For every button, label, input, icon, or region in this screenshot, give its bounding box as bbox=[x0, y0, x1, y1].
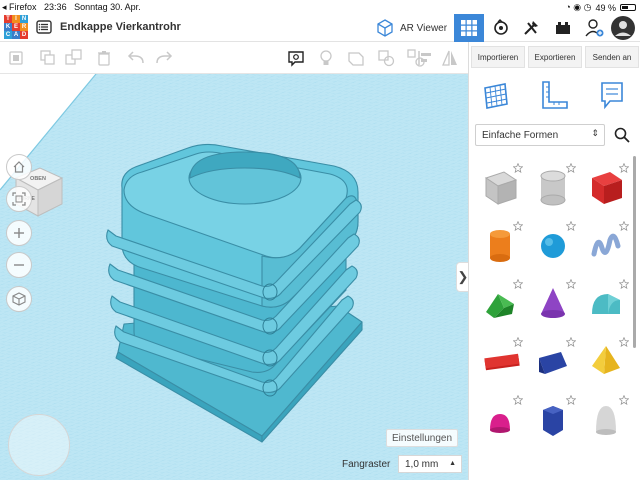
grid-snap-value: 1,0 mm bbox=[405, 458, 439, 470]
logo-letter: N bbox=[20, 15, 28, 23]
chevron-down-icon: ▲ bbox=[449, 460, 456, 467]
user-add-icon[interactable] bbox=[580, 14, 610, 42]
logo-letter: D bbox=[20, 31, 28, 39]
logo-letter: K bbox=[4, 23, 12, 31]
edit-toolbar bbox=[0, 42, 468, 74]
tinkercad-app: ◂ Firefox 23:36 Sonntag 30. Apr. ◔ ◉ ◷ 4… bbox=[0, 0, 640, 480]
ortho-view-icon[interactable] bbox=[6, 286, 32, 312]
ar-cube-icon bbox=[377, 19, 393, 37]
back-to-app-link[interactable]: ◂ Firefox bbox=[2, 2, 37, 12]
ruler-tool-icon[interactable] bbox=[539, 80, 569, 110]
align-icon[interactable] bbox=[416, 48, 436, 68]
box-hole-icon[interactable] bbox=[475, 160, 525, 216]
favorite-star-icon[interactable] bbox=[512, 334, 524, 352]
3d-view-icon[interactable] bbox=[454, 14, 484, 42]
orbit-joystick[interactable] bbox=[8, 414, 70, 476]
chevron-updown-icon: ⇕ bbox=[591, 128, 599, 138]
settings-button[interactable]: Einstellungen bbox=[386, 429, 459, 447]
logo-letter: R bbox=[20, 23, 28, 31]
redo-icon[interactable] bbox=[154, 48, 174, 68]
ios-status-bar: ◂ Firefox 23:36 Sonntag 30. Apr. ◔ ◉ ◷ 4… bbox=[0, 0, 640, 14]
workplane-viewport[interactable]: OBEN VORNE bbox=[0, 74, 468, 480]
group-icon[interactable] bbox=[376, 48, 396, 68]
pyramid-icon[interactable] bbox=[581, 334, 631, 390]
ar-viewer-button[interactable]: AR Viewer bbox=[374, 16, 447, 40]
battery-percent: 49 % bbox=[595, 2, 616, 13]
favorite-star-icon[interactable] bbox=[565, 276, 577, 294]
favorite-star-icon[interactable] bbox=[618, 276, 630, 294]
import-button[interactable]: Importieren bbox=[471, 46, 525, 68]
shape-list-scrollbar[interactable] bbox=[633, 156, 636, 348]
ar-viewer-label: AR Viewer bbox=[400, 22, 448, 34]
cone-icon[interactable] bbox=[528, 276, 578, 332]
circuits-icon[interactable] bbox=[516, 14, 546, 42]
copy-workplane-icon[interactable] bbox=[6, 48, 26, 68]
design-title[interactable]: Endkappe Vierkantrohr bbox=[60, 21, 181, 33]
favorite-star-icon[interactable] bbox=[618, 392, 630, 410]
favorite-star-icon[interactable] bbox=[565, 218, 577, 236]
shape-category-select[interactable]: Einfache Formen ⇕ bbox=[475, 124, 605, 146]
top-bar: TINKERCAD Endkappe Vierkantrohr AR Viewe… bbox=[0, 14, 640, 42]
grid-snap-select[interactable]: 1,0 mm ▲ bbox=[398, 455, 462, 473]
cylinder-hole-icon[interactable] bbox=[528, 160, 578, 216]
wedge-icon[interactable] bbox=[528, 334, 578, 390]
polygon-icon[interactable] bbox=[528, 392, 578, 448]
logo-letter: E bbox=[12, 23, 20, 31]
workplane-scene[interactable] bbox=[0, 74, 468, 480]
favorite-star-icon[interactable] bbox=[565, 392, 577, 410]
avatar[interactable] bbox=[608, 14, 638, 42]
codeblocks-icon[interactable] bbox=[486, 14, 516, 42]
send-to-button[interactable]: Senden an bbox=[585, 46, 639, 68]
status-icons: ◔ ◉ ◷ bbox=[565, 2, 592, 12]
shape-hide-icon[interactable] bbox=[346, 48, 366, 68]
view-cube-top-label: OBEN bbox=[30, 176, 46, 182]
logo-letter: C bbox=[4, 31, 12, 39]
roof-icon[interactable] bbox=[475, 276, 525, 332]
logo-letter: T bbox=[4, 15, 12, 23]
logo-letter: A bbox=[12, 31, 20, 39]
favorite-star-icon[interactable] bbox=[512, 392, 524, 410]
tinkercad-logo[interactable]: TINKERCAD bbox=[4, 15, 28, 39]
copy-icon[interactable] bbox=[38, 48, 58, 68]
favorite-star-icon[interactable] bbox=[618, 218, 630, 236]
right-panel: Importieren Exportieren Senden an Einfac… bbox=[468, 42, 640, 480]
favorite-star-icon[interactable] bbox=[512, 160, 524, 178]
design-list-icon[interactable] bbox=[36, 19, 52, 35]
home-view-icon[interactable] bbox=[6, 154, 32, 180]
zoom-in-icon[interactable] bbox=[6, 220, 32, 246]
half-sphere-icon[interactable] bbox=[475, 392, 525, 448]
light-icon[interactable] bbox=[316, 48, 336, 68]
export-button[interactable]: Exportieren bbox=[528, 46, 582, 68]
undo-icon[interactable] bbox=[126, 48, 146, 68]
round-roof-icon[interactable] bbox=[581, 276, 631, 332]
notes-icon[interactable] bbox=[286, 48, 306, 68]
favorite-star-icon[interactable] bbox=[565, 160, 577, 178]
workplane-tool-icon[interactable] bbox=[481, 80, 511, 110]
date: Sonntag 30. Apr. bbox=[74, 2, 141, 12]
mirror-icon[interactable] bbox=[440, 48, 460, 68]
blocks-icon[interactable] bbox=[548, 14, 578, 42]
favorite-star-icon[interactable] bbox=[618, 334, 630, 352]
paraboloid-icon[interactable] bbox=[581, 392, 631, 448]
cylinder-icon[interactable] bbox=[475, 218, 525, 274]
search-icon[interactable] bbox=[609, 124, 635, 146]
favorite-star-icon[interactable] bbox=[565, 334, 577, 352]
scribble-icon[interactable] bbox=[581, 218, 631, 274]
favorite-star-icon[interactable] bbox=[512, 218, 524, 236]
shape-category-value: Einfache Formen bbox=[482, 129, 559, 141]
logo-letter: I bbox=[12, 15, 20, 23]
sphere-icon[interactable] bbox=[528, 218, 578, 274]
duplicate-icon[interactable] bbox=[64, 48, 84, 68]
grid-snap-label: Fangraster bbox=[342, 459, 391, 470]
delete-icon[interactable] bbox=[94, 48, 114, 68]
battery-icon bbox=[620, 4, 636, 11]
favorite-star-icon[interactable] bbox=[512, 276, 524, 294]
notes-tool-icon[interactable] bbox=[597, 80, 627, 110]
clock: 23:36 bbox=[44, 2, 67, 12]
favorite-star-icon[interactable] bbox=[618, 160, 630, 178]
text-icon[interactable] bbox=[475, 334, 525, 390]
fit-view-icon[interactable] bbox=[6, 186, 32, 212]
zoom-out-icon[interactable] bbox=[6, 252, 32, 278]
box-icon[interactable] bbox=[581, 160, 631, 216]
